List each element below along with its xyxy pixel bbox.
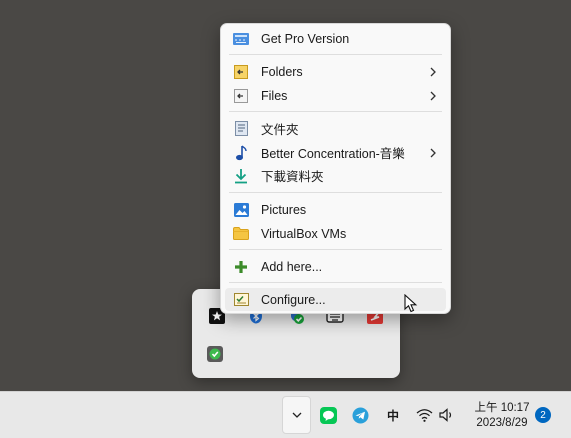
- menu-item-folders[interactable]: Folders: [225, 60, 446, 83]
- music-note-icon: [232, 144, 250, 162]
- menu-item-virtualbox-vms[interactable]: VirtualBox VMs: [225, 222, 446, 245]
- plus-icon: [232, 258, 250, 276]
- menu-item-pictures[interactable]: Pictures: [225, 198, 446, 221]
- clock[interactable]: 上午 10:17 2023/8/29: [472, 401, 532, 431]
- pro-version-icon: [232, 30, 250, 48]
- menu-item-label: 文件夾: [261, 123, 299, 137]
- clock-time: 上午 10:17: [474, 402, 530, 414]
- green-check-app-icon[interactable]: [206, 345, 224, 363]
- menu-separator: [229, 282, 442, 283]
- menu-item-files[interactable]: Files: [225, 84, 446, 107]
- menu-item-add-here[interactable]: Add here...: [225, 255, 446, 278]
- menu-item-label: Better Concentration-音樂: [261, 147, 405, 161]
- menu-item-download-folder[interactable]: 下載資料夾: [225, 164, 446, 187]
- download-icon: [232, 167, 250, 185]
- chevron-right-icon: [426, 148, 440, 158]
- document-folder-icon: [232, 120, 250, 138]
- clock-date: 2023/8/29: [476, 417, 528, 429]
- pictures-icon: [232, 201, 250, 219]
- wifi-icon[interactable]: [415, 406, 433, 424]
- files-icon: [232, 87, 250, 105]
- menu-separator: [229, 192, 442, 193]
- menu-item-label: Add here...: [261, 259, 323, 274]
- menu-item-label: Files: [261, 88, 288, 103]
- taskbar: 中 上午 10:17 2023/8/29 2: [0, 391, 571, 438]
- menu-item-better-concentration[interactable]: Better Concentration-音樂: [225, 141, 446, 164]
- ime-icon[interactable]: 中: [384, 406, 402, 424]
- menu-separator: [229, 249, 442, 250]
- show-hidden-icons-button[interactable]: [282, 396, 311, 434]
- menu-item-label: Get Pro Version: [261, 31, 350, 46]
- configure-icon: [232, 291, 250, 309]
- folders-icon: [232, 63, 250, 81]
- notification-badge[interactable]: 2: [535, 407, 551, 423]
- menu-item-label: Configure...: [261, 292, 326, 307]
- mouse-cursor-icon: [404, 293, 418, 319]
- menu-item-label: 下載資料夾: [261, 170, 324, 184]
- menu-item-label: VirtualBox VMs: [261, 226, 347, 241]
- folder-icon: [232, 225, 250, 243]
- chevron-right-icon: [426, 67, 440, 77]
- line-chat-icon[interactable]: [319, 406, 337, 424]
- chevron-right-icon: [426, 91, 440, 101]
- menu-item-document-folder[interactable]: 文件夾: [225, 117, 446, 140]
- menu-separator: [229, 54, 442, 55]
- context-menu: Get Pro Version Folders Files 文件夾 Better…: [220, 23, 451, 314]
- menu-separator: [229, 111, 442, 112]
- speaker-icon[interactable]: [438, 406, 456, 424]
- menu-item-label: Folders: [261, 64, 303, 79]
- menu-item-label: Pictures: [261, 202, 307, 217]
- menu-item-get-pro-version[interactable]: Get Pro Version: [225, 27, 446, 50]
- telegram-icon[interactable]: [351, 406, 369, 424]
- chevron-down-icon: [292, 412, 301, 418]
